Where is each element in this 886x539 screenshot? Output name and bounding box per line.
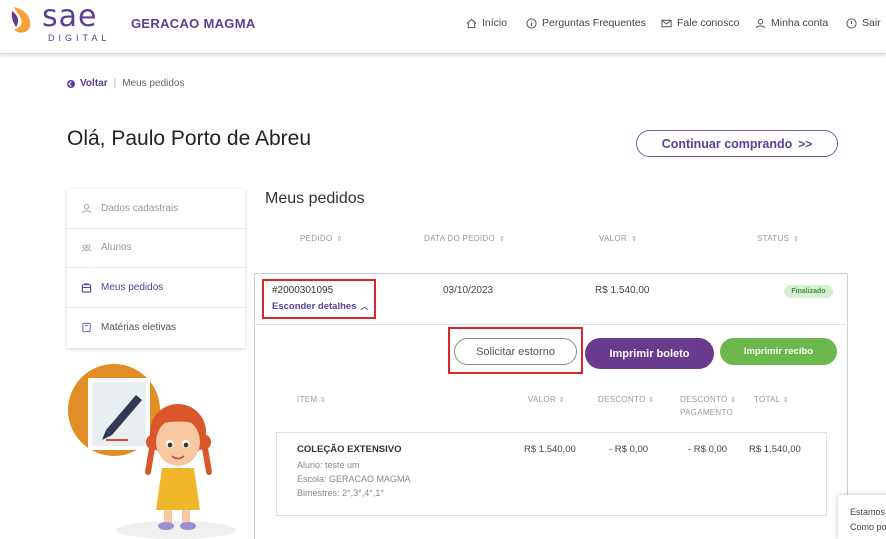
sidebar-item-meus-pedidos[interactable]: Meus pedidos <box>67 268 245 308</box>
power-icon <box>846 17 857 29</box>
chat-widget[interactable]: Estamos Como po <box>838 495 886 539</box>
item-header-label: TOTAL <box>754 395 781 404</box>
back-link[interactable]: Voltar <box>67 78 108 89</box>
print-receipt-button[interactable]: Imprimir recibo <box>720 338 837 365</box>
item-column-header-valor[interactable]: VALOR ⇕ <box>528 394 565 407</box>
sae-logo[interactable]: sae DIGITAL <box>10 0 115 45</box>
sidebar-item-label: Meus pedidos <box>101 281 164 293</box>
column-header-label: STATUS <box>757 234 790 243</box>
nav-sair[interactable]: Sair <box>846 17 881 29</box>
sort-icon: ⇕ <box>782 397 789 404</box>
item-desconto: - R$ 0,00 <box>609 444 649 455</box>
nav-fale-conosco[interactable]: Fale conosco <box>661 17 739 29</box>
order-date: 03/10/2023 <box>443 285 494 296</box>
sort-icon: ⇕ <box>648 397 655 404</box>
column-header-pedido[interactable]: PEDIDO ⇕ <box>300 234 343 243</box>
sidebar-item-label: Dados cadastrais <box>101 202 179 214</box>
mail-icon <box>661 19 672 27</box>
double-chevron-right-icon: >> <box>798 136 813 151</box>
sidebar-item-label: Alunos <box>101 242 132 254</box>
item-name: COLEÇÃO EXTENSIVO <box>297 444 402 455</box>
sort-icon: ⇕ <box>793 235 800 243</box>
print-boleto-button[interactable]: Imprimir boleto <box>585 338 714 369</box>
chat-line-1: Estamos <box>850 507 886 517</box>
item-column-header-item[interactable]: ITEM ⇕ <box>297 394 326 407</box>
sort-icon: ⇕ <box>631 235 638 243</box>
nav-inicio-label: Início <box>482 17 508 29</box>
back-arrow-icon <box>67 79 75 88</box>
breadcrumb-separator: | <box>113 78 117 89</box>
logo-flame-icon <box>11 7 31 33</box>
column-header-status[interactable]: STATUS ⇕ <box>757 234 799 243</box>
item-aluno: Aluno: teste um <box>297 460 360 470</box>
highlight-box-order <box>262 279 376 319</box>
logo-subtitle: DIGITAL <box>48 33 111 43</box>
orders-title: Meus pedidos <box>265 190 365 207</box>
item-header-label: VALOR <box>528 395 557 404</box>
user-icon <box>755 18 766 28</box>
item-column-header-desconto[interactable]: DESCONTO ⇕ <box>598 394 654 407</box>
sort-icon: ⇕ <box>336 235 343 243</box>
sort-icon: ⇕ <box>319 397 327 404</box>
school-name: GERACAO MAGMA <box>131 16 256 31</box>
sidebar-item-alunos[interactable]: Alunos <box>67 229 245 268</box>
column-header-valor[interactable]: VALOR ⇕ <box>599 234 637 243</box>
sort-icon: ⇕ <box>730 397 737 404</box>
item-bimestres: Bimestres: 2°,3°,4°,1° <box>297 488 384 498</box>
nav-sair-label: Sair <box>862 17 881 29</box>
item-valor: R$ 1.540,00 <box>524 444 576 455</box>
logo-text: sae <box>42 0 98 34</box>
user-icon <box>81 203 92 214</box>
item-header-label: PAGAMENTO <box>680 408 734 417</box>
sidebar-item-materias-eletivas[interactable]: Matérias eletivas <box>67 308 245 348</box>
chat-line-2: Como po <box>850 522 886 532</box>
column-header-label: VALOR <box>599 234 628 243</box>
home-icon <box>466 18 477 28</box>
order-divider <box>254 324 848 325</box>
item-column-header-desconto-pagamento[interactable]: DESCONTO ⇕ PAGAMENTO <box>680 394 736 419</box>
book-icon <box>82 322 91 332</box>
girl-writing-illustration <box>68 364 236 539</box>
column-header-label: DATA DO PEDIDO <box>424 234 496 243</box>
nav-minha-conta[interactable]: Minha conta <box>755 17 828 29</box>
column-header-label: PEDIDO <box>300 234 333 243</box>
continue-shopping-label: Continuar comprando <box>661 136 793 151</box>
item-header-label: ITEM <box>297 395 318 404</box>
highlight-box-refund <box>448 327 583 374</box>
sort-icon: ⇕ <box>558 397 565 404</box>
order-value: R$ 1.540,00 <box>595 285 650 296</box>
column-header-data[interactable]: DATA DO PEDIDO ⇕ <box>424 234 505 243</box>
sidebar-item-label: Matérias eletivas <box>101 321 177 333</box>
back-label: Voltar <box>80 78 108 89</box>
nav-inicio[interactable]: Início <box>466 17 507 29</box>
page-title: Olá, Paulo Porto de Abreu <box>67 127 311 150</box>
nav-perguntas-frequentes[interactable]: Perguntas Frequentes <box>526 17 646 29</box>
bag-icon <box>81 283 92 293</box>
status-badge: Finalizado <box>784 285 833 298</box>
sidebar-item-dados-cadastrais[interactable]: Dados cadastrais <box>67 189 245 229</box>
item-escola: Escola: GERACAO MAGMA <box>297 474 411 484</box>
info-icon <box>526 17 537 29</box>
item-total: R$ 1.540,00 <box>749 444 801 455</box>
nav-fale-label: Fale conosco <box>677 17 740 29</box>
breadcrumb-current: Meus pedidos <box>122 78 185 89</box>
nav-perguntas-label: Perguntas Frequentes <box>542 17 646 29</box>
account-sidebar: Dados cadastrais Alunos Meus pedidos Mat… <box>67 189 245 348</box>
top-header: sae DIGITAL GERACAO MAGMA Início Pergunt… <box>0 0 886 54</box>
item-column-header-total[interactable]: TOTAL ⇕ <box>754 394 789 407</box>
item-header-label: DESCONTO <box>598 395 646 404</box>
nav-minha-conta-label: Minha conta <box>771 17 829 29</box>
item-desconto-pagamento: - R$ 0,00 <box>688 444 728 455</box>
students-icon <box>81 244 92 252</box>
continue-shopping-button[interactable]: Continuar comprando >> <box>636 130 838 157</box>
sort-icon: ⇕ <box>499 235 506 243</box>
item-header-label: DESCONTO <box>680 395 728 404</box>
breadcrumb: Voltar | Meus pedidos <box>67 78 184 89</box>
